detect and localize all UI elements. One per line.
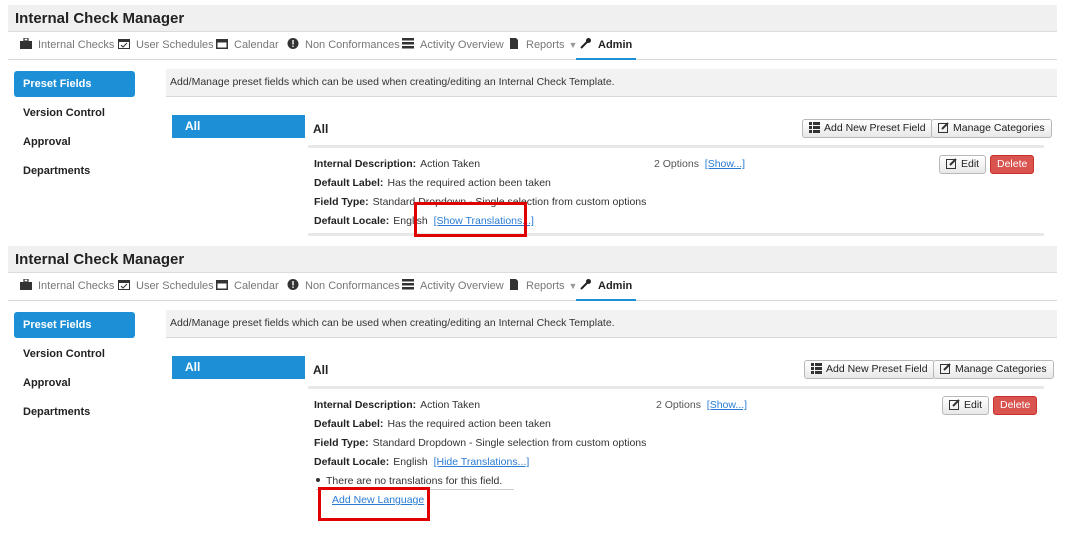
sidebar-item-approval[interactable]: Approval	[14, 129, 135, 155]
briefcase-icon	[20, 38, 32, 49]
add-preset-field-button[interactable]: Add New Preset Field	[804, 360, 935, 379]
alert-circle-icon	[287, 38, 299, 49]
nav-calendar[interactable]: Calendar	[216, 33, 279, 60]
main-nav: Internal Checks User Schedules Calendar …	[8, 33, 1057, 60]
file-icon	[510, 38, 518, 49]
calendar-icon	[216, 280, 228, 290]
default-label-row: Default Label: Has the required action be…	[314, 418, 551, 430]
nav-activity-overview[interactable]: Activity Overview	[402, 274, 504, 301]
sidebar-item-preset-fields[interactable]: Preset Fields	[14, 71, 135, 97]
admin-sidebar: Preset Fields Version Control Approval D…	[14, 312, 135, 428]
default-label-row: Default Label: Has the required action be…	[314, 177, 551, 189]
app-title: Internal Check Manager	[15, 10, 185, 27]
briefcase-icon	[20, 279, 32, 290]
highlight-box	[318, 487, 430, 521]
hide-translations-link[interactable]: [Hide Translations...]	[434, 456, 530, 468]
nav-reports[interactable]: Reports ▼	[508, 33, 577, 60]
alert-circle-icon	[287, 279, 299, 290]
category-tab-all[interactable]: All	[172, 115, 305, 138]
app-header: Internal Check Manager	[8, 246, 1057, 273]
edit-icon	[946, 158, 957, 169]
list-icon	[402, 279, 414, 290]
default-locale-row: Default Locale: English [Hide Translation…	[314, 456, 530, 468]
file-icon	[510, 279, 518, 290]
nav-admin[interactable]: Admin	[576, 33, 637, 60]
internal-description-row: Internal Description: Action Taken	[314, 399, 481, 411]
wrench-icon	[580, 279, 591, 290]
sidebar-item-version-control[interactable]: Version Control	[14, 100, 135, 126]
section-divider	[308, 145, 1044, 148]
delete-button[interactable]: Delete	[990, 155, 1035, 174]
nav-user-schedules[interactable]: User Schedules	[118, 33, 214, 60]
sidebar-item-departments[interactable]: Departments	[14, 158, 135, 184]
show-options-link[interactable]: [Show...]	[705, 158, 745, 170]
list-icon	[809, 122, 820, 133]
sidebar-item-preset-fields[interactable]: Preset Fields	[14, 312, 135, 338]
app-header: Internal Check Manager	[8, 5, 1057, 32]
category-heading: All	[313, 363, 329, 377]
add-preset-field-button[interactable]: Add New Preset Field	[802, 119, 933, 138]
delete-button[interactable]: Delete	[993, 396, 1038, 415]
info-banner: Add/Manage preset fields which can be us…	[166, 310, 1057, 338]
wrench-icon	[580, 38, 591, 49]
nav-non-conformances[interactable]: Non Conformances	[287, 33, 400, 60]
nav-reports[interactable]: Reports ▼	[508, 274, 577, 301]
list-icon	[811, 363, 822, 374]
sidebar-item-approval[interactable]: Approval	[14, 370, 135, 396]
nav-admin[interactable]: Admin	[576, 274, 637, 301]
calendar-check-icon	[118, 39, 130, 49]
sidebar-item-departments[interactable]: Departments	[14, 399, 135, 425]
manage-categories-button[interactable]: Manage Categories	[933, 360, 1054, 379]
internal-description-row: Internal Description: Action Taken	[314, 158, 481, 170]
calendar-check-icon	[118, 280, 130, 290]
nav-calendar[interactable]: Calendar	[216, 274, 279, 301]
panel-collapsed-translations: Internal Check Manager Internal Checks U…	[8, 5, 1057, 241]
list-icon	[402, 38, 414, 49]
app-title: Internal Check Manager	[15, 251, 185, 268]
category-tab-all[interactable]: All	[172, 356, 305, 379]
field-type-row: Field Type: Standard Dropdown - Single se…	[314, 437, 647, 449]
nav-internal-checks[interactable]: Internal Checks	[20, 274, 114, 301]
info-banner: Add/Manage preset fields which can be us…	[166, 69, 1057, 97]
nav-internal-checks[interactable]: Internal Checks	[20, 33, 114, 60]
nav-user-schedules[interactable]: User Schedules	[118, 274, 214, 301]
category-heading: All	[313, 122, 329, 136]
panel-expanded-translations: Internal Check Manager Internal Checks U…	[8, 246, 1057, 528]
nav-non-conformances[interactable]: Non Conformances	[287, 274, 400, 301]
calendar-icon	[216, 39, 228, 49]
admin-sidebar: Preset Fields Version Control Approval D…	[14, 71, 135, 187]
edit-button[interactable]: Edit	[939, 155, 987, 174]
main-nav: Internal Checks User Schedules Calendar …	[8, 274, 1057, 301]
edit-button[interactable]: Edit	[942, 396, 990, 415]
options-summary: 2 Options [Show...]	[654, 158, 746, 170]
sidebar-item-version-control[interactable]: Version Control	[14, 341, 135, 367]
show-options-link[interactable]: [Show...]	[707, 399, 747, 411]
nav-activity-overview[interactable]: Activity Overview	[402, 33, 504, 60]
edit-icon	[938, 122, 949, 133]
edit-icon	[949, 399, 960, 410]
section-divider	[308, 386, 1044, 389]
manage-categories-button[interactable]: Manage Categories	[931, 119, 1052, 138]
bullet-icon	[316, 478, 320, 482]
options-summary: 2 Options [Show...]	[656, 399, 748, 411]
highlight-box	[414, 202, 527, 237]
edit-icon	[940, 363, 951, 374]
